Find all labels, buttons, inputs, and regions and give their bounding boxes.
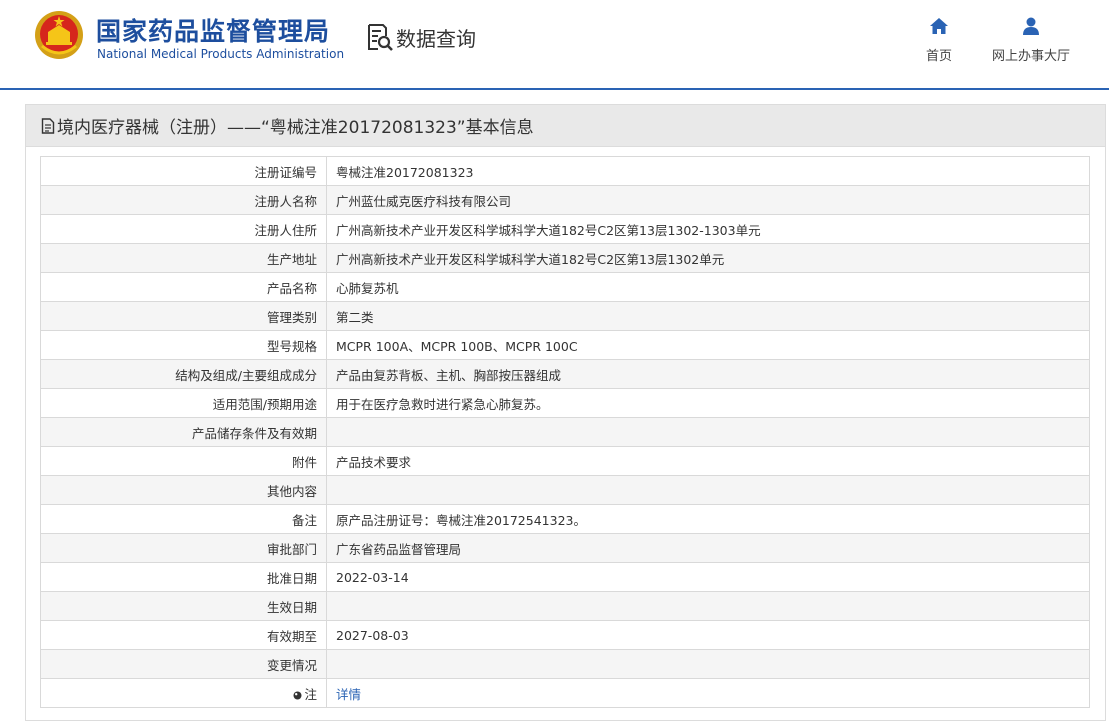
field-value: 产品技术要求 — [326, 446, 1090, 476]
field-label: 生产地址 — [40, 243, 327, 273]
field-label: 注册人住所 — [40, 214, 327, 244]
field-value: 广州高新技术产业开发区科学城科学大道182号C2区第13层1302单元 — [326, 243, 1090, 273]
field-value — [326, 591, 1090, 621]
table-row: 管理类别 第二类 — [40, 301, 1090, 331]
table-row: 变更情况 — [40, 649, 1090, 679]
table-row: 注册证编号 粤械注准20172081323 — [40, 156, 1090, 186]
table-row: 生效日期 — [40, 591, 1090, 621]
field-value — [326, 475, 1090, 505]
field-label: 产品储存条件及有效期 — [40, 417, 327, 447]
remark-dot-icon — [293, 691, 302, 699]
document-icon — [41, 117, 55, 134]
table-row: 结构及组成/主要组成成分 产品由复苏背板、主机、胸部按压器组成 — [40, 359, 1090, 389]
table-row: 适用范围/预期用途 用于在医疗急救时进行紧急心肺复苏。 — [40, 388, 1090, 418]
field-label: 型号规格 — [40, 330, 327, 360]
table-row: 产品储存条件及有效期 — [40, 417, 1090, 447]
field-value: 原产品注册证号：粤械注准20172541323。 — [326, 504, 1090, 534]
home-icon — [930, 18, 948, 34]
table-row: 附件 产品技术要求 — [40, 446, 1090, 476]
field-value: 粤械注准20172081323 — [326, 156, 1090, 186]
field-label: 管理类别 — [40, 301, 327, 331]
field-value: 2022-03-14 — [326, 562, 1090, 592]
nav-home-label: 首页 — [925, 49, 952, 64]
page-title: 境内医疗器械（注册）——“粤械注准20172081323”基本信息 — [57, 118, 534, 138]
field-value: 用于在医疗急救时进行紧急心肺复苏。 — [326, 388, 1090, 418]
field-label: 变更情况 — [40, 649, 327, 679]
field-label: 注册人名称 — [40, 185, 327, 215]
panel-title-bar: 境内医疗器械（注册）——“粤械注准20172081323”基本信息 — [26, 105, 1105, 147]
registration-info-table: 注册证编号 粤械注准20172081323 注册人名称 广州蓝仕威克医疗科技有限公司注… — [40, 156, 1090, 708]
field-label: 注册证编号 — [40, 156, 327, 186]
field-value: 广州蓝仕威克医疗科技有限公司 — [326, 185, 1090, 215]
nav-online-service-hall-label: 网上办事大厅 — [991, 49, 1070, 64]
remark-label: 注 — [304, 686, 317, 702]
header-divider — [0, 88, 1109, 90]
table-row: 其他内容 — [40, 475, 1090, 505]
table-row: 审批部门 广东省药品监督管理局 — [40, 533, 1090, 563]
field-label: 适用范围/预期用途 — [40, 388, 327, 418]
table-row: 型号规格 MCPR 100A、MCPR 100B、MCPR 100C — [40, 330, 1090, 360]
remark-value-cell: 详情 — [326, 678, 1090, 708]
table-row: 生产地址 广州高新技术产业开发区科学城科学大道182号C2区第13层1302单元 — [40, 243, 1090, 273]
field-value — [326, 417, 1090, 447]
nav-online-service-hall[interactable]: 网上办事大厅 — [986, 16, 1076, 64]
national-emblem-icon — [35, 11, 83, 59]
table-row: 注册人名称 广州蓝仕威克医疗科技有限公司 — [40, 185, 1090, 215]
table-row: 注册人住所 广州高新技术产业开发区科学城科学大道182号C2区第13层1302-1… — [40, 214, 1090, 244]
field-label: 其他内容 — [40, 475, 327, 505]
document-search-icon — [368, 24, 393, 51]
field-label: 结构及组成/主要组成成分 — [40, 359, 327, 389]
user-icon — [1023, 17, 1039, 35]
agency-name-en: National Medical Products Administration — [97, 47, 345, 61]
field-value: 心肺复苏机 — [326, 272, 1090, 302]
table-row: 备注 原产品注册证号：粤械注准20172541323。 — [40, 504, 1090, 534]
remark-label-cell: 注 — [40, 678, 327, 708]
table-row-remark: 注 详情 — [40, 678, 1090, 708]
field-value: 广州高新技术产业开发区科学城科学大道182号C2区第13层1302-1303单元 — [326, 214, 1090, 244]
data-query-link[interactable]: 数据查询 — [366, 22, 476, 52]
table-row: 产品名称 心肺复苏机 — [40, 272, 1090, 302]
details-link[interactable]: 详情 — [336, 687, 361, 702]
field-label: 审批部门 — [40, 533, 327, 563]
data-query-label: 数据查询 — [396, 26, 476, 51]
nav-home[interactable]: 首页 — [921, 16, 957, 64]
field-value: 第二类 — [326, 301, 1090, 331]
field-label: 产品名称 — [40, 272, 327, 302]
field-value: MCPR 100A、MCPR 100B、MCPR 100C — [326, 330, 1090, 360]
table-row: 有效期至 2027-08-03 — [40, 620, 1090, 650]
field-label: 附件 — [40, 446, 327, 476]
field-value: 产品由复苏背板、主机、胸部按压器组成 — [326, 359, 1090, 389]
field-value — [326, 649, 1090, 679]
field-label: 生效日期 — [40, 591, 327, 621]
field-label: 批准日期 — [40, 562, 327, 592]
field-value: 广东省药品监督管理局 — [326, 533, 1090, 563]
field-label: 备注 — [40, 504, 327, 534]
site-header: 国家药品监督管理局 National Medical Products Admi… — [0, 0, 1109, 88]
field-label: 有效期至 — [40, 620, 327, 650]
agency-name-cn: 国家药品监督管理局 — [96, 17, 331, 46]
field-value: 2027-08-03 — [326, 620, 1090, 650]
table-row: 批准日期 2022-03-14 — [40, 562, 1090, 592]
